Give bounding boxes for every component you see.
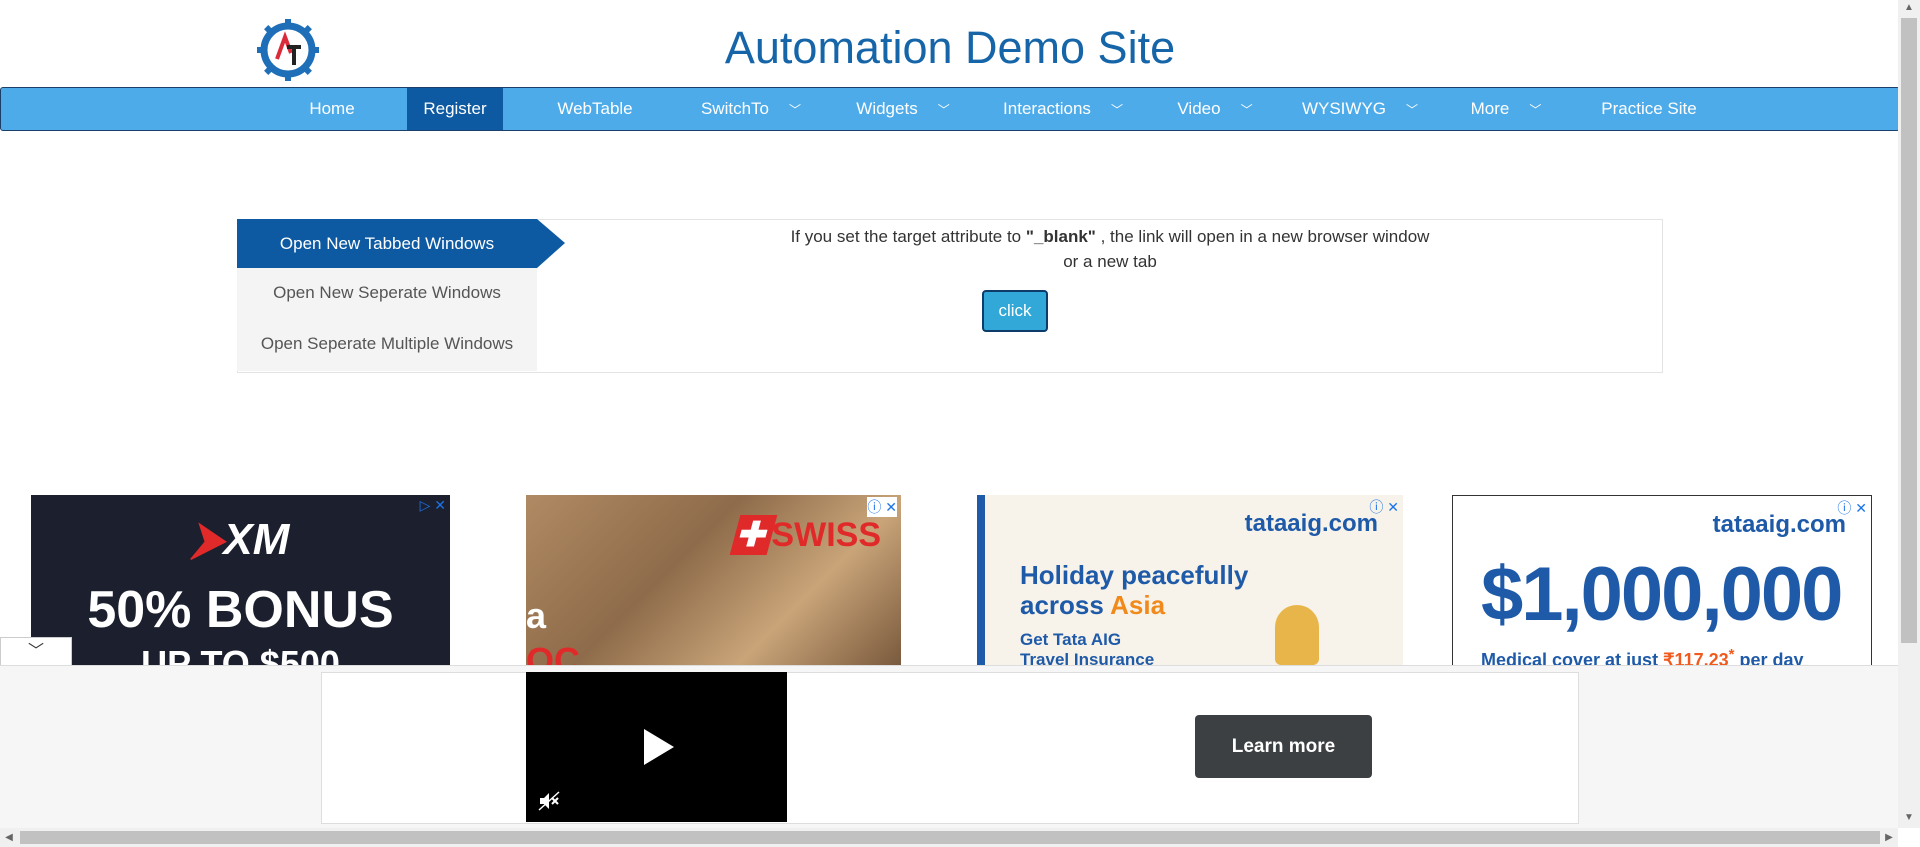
description-text-cont: , the link will open in a new browser wi… (1100, 227, 1430, 246)
video-ad-container (321, 672, 1579, 824)
scroll-right-arrow-icon[interactable]: ▶ (1882, 832, 1896, 843)
description-text-line2: or a new tab (1063, 252, 1157, 271)
chevron-down-icon: ﹀ (937, 102, 950, 117)
vertical-scrollbar-thumb[interactable] (1901, 18, 1917, 643)
ad-headline-line2: across (1020, 590, 1104, 620)
ad-banner-tataaig-holiday[interactable]: ⓘ ✕ tataaig.com Holiday peacefully across… (977, 495, 1403, 665)
horizontal-scrollbar-thumb[interactable] (20, 831, 1880, 844)
ad-banner-swiss[interactable]: ⓘ ✕ ✚SWISS a OC (526, 495, 901, 665)
chevron-down-icon: ﹀ (1110, 102, 1123, 117)
ad-brand: tataaig.com (1712, 511, 1846, 538)
nav-interactions-label: Interactions (1003, 99, 1091, 118)
main-navbar: Home Register WebTable SwitchTo ﹀ Widgets… (0, 87, 1900, 131)
ad-choices-icon[interactable]: ⓘ ✕ (867, 497, 897, 517)
ad-subline: Get Tata AIG Travel Insurance (1020, 630, 1154, 665)
chevron-down-icon: ﹀ (27, 643, 44, 660)
ad-headline: $1,000,000 (1481, 552, 1843, 637)
nav-wysiwyg[interactable]: WYSIWYG ﹀ (1297, 88, 1423, 130)
ad-banner-xm[interactable]: ▷ ✕ ⮞XM 50% BONUS UP TO $500 (31, 495, 450, 665)
nav-wysiwyg-label: WYSIWYG (1301, 99, 1387, 118)
ad-brand-text: XM (223, 515, 290, 564)
nav-home[interactable]: Home (291, 88, 373, 130)
ad-brand-text: SWISS (771, 516, 881, 554)
video-player[interactable] (526, 672, 787, 822)
scroll-up-arrow-icon[interactable]: ▲ (1898, 2, 1920, 13)
ad-headline-line1: Holiday peacefully (1020, 560, 1249, 590)
ad-fragment: a (526, 595, 547, 636)
description-code: "_blank" (1025, 227, 1096, 246)
muted-speaker-icon[interactable] (538, 790, 560, 812)
nav-more-label: More (1470, 99, 1510, 118)
nav-more[interactable]: More ﹀ (1463, 88, 1549, 130)
click-button[interactable]: click (982, 290, 1048, 332)
ad-subline-1: Get Tata AIG (1020, 630, 1122, 649)
chevron-down-icon: ﹀ (789, 102, 802, 117)
ad-subline: UP TO $500 (141, 643, 340, 665)
scroll-left-arrow-icon[interactable]: ◀ (2, 832, 16, 843)
nav-interactions[interactable]: Interactions ﹀ (995, 88, 1131, 130)
ad-brand: ⮞XM (191, 515, 290, 564)
nav-practice-site[interactable]: Practice Site (1589, 88, 1709, 130)
tab-open-seperate-multiple-windows[interactable]: Open Seperate Multiple Windows (237, 319, 537, 368)
nav-register[interactable]: Register (407, 88, 503, 130)
ad-banner-tataaig-medical[interactable]: ⓘ ✕ tataaig.com $1,000,000 Medical cover… (1452, 495, 1872, 667)
ad-subline-2: Travel Insurance (1020, 650, 1155, 665)
chevron-down-icon: ﹀ (1406, 102, 1419, 117)
ad-brand: tataaig.com (1244, 510, 1378, 537)
buddha-illustration (1275, 605, 1319, 665)
play-icon[interactable] (644, 729, 674, 765)
chevron-down-icon: ﹀ (1529, 102, 1542, 117)
tab-open-new-seperate-windows[interactable]: Open New Seperate Windows (237, 268, 537, 317)
tab-open-new-tabbed-windows[interactable]: Open New Tabbed Windows (237, 219, 537, 268)
windows-tab-list: Open New Tabbed Windows Open New Seperat… (237, 219, 537, 371)
ad-subline-star: * (1728, 646, 1735, 663)
chevron-down-icon: ﹀ (1240, 102, 1253, 117)
nav-webtable[interactable]: WebTable (541, 88, 649, 130)
nav-widgets-label: Widgets (856, 99, 918, 118)
ad-headline: 50% BONUS (87, 581, 394, 639)
ad-headline: Holiday peacefully across Asia (1020, 560, 1248, 620)
ad-fragment-2: OC (526, 640, 580, 665)
nav-widgets[interactable]: Widgets ﹀ (847, 88, 959, 130)
tab-description: If you set the target attribute to "_bla… (560, 224, 1660, 274)
ad-brand: ✚SWISS (729, 515, 881, 555)
nav-video[interactable]: Video ﹀ (1167, 88, 1263, 130)
nav-video-label: Video (1177, 99, 1221, 118)
description-text: If you set the target attribute to (790, 227, 1022, 246)
ad-subline: Medical cover at just ₹117.23* per day (1481, 646, 1804, 666)
nav-switchto[interactable]: SwitchTo ﹀ (691, 88, 811, 130)
nav-switchto-label: SwitchTo (700, 99, 769, 118)
ad-choices-icon[interactable]: ▷ ✕ (420, 497, 446, 514)
collapse-ad-button[interactable]: ﹀ (0, 637, 72, 666)
site-title: Automation Demo Site (724, 22, 1176, 73)
learn-more-button[interactable]: Learn more (1195, 715, 1372, 778)
ad-headline-highlight: Asia (1110, 590, 1166, 620)
scroll-down-arrow-icon[interactable]: ▼ (1898, 812, 1920, 823)
